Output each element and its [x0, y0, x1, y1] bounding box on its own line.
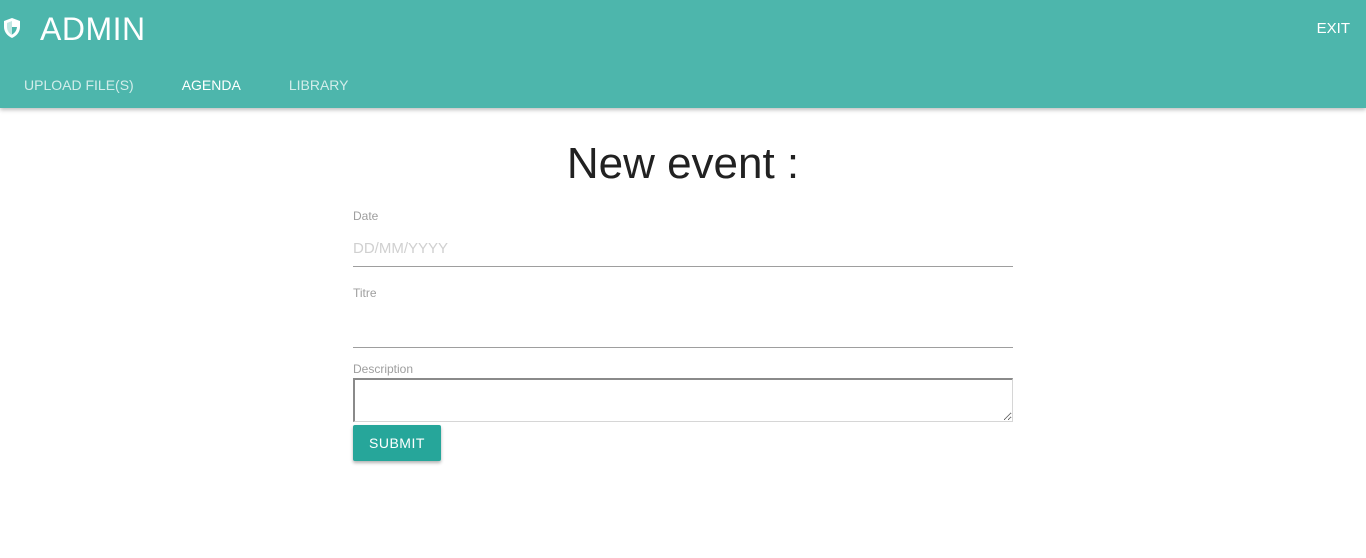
top-navbar: ADMIN EXIT UPLOAD FILE(S) AGENDA LIBRARY: [0, 0, 1366, 108]
page-title: New event :: [566, 139, 800, 188]
exit-link[interactable]: EXIT: [1317, 19, 1350, 39]
tab-agenda[interactable]: AGENDA: [158, 62, 265, 108]
nav-tabs: UPLOAD FILE(S) AGENDA LIBRARY: [0, 62, 373, 108]
app-title: ADMIN: [40, 11, 146, 47]
tab-upload-files[interactable]: UPLOAD FILE(S): [0, 62, 158, 108]
shield-icon: [4, 18, 20, 38]
date-input[interactable]: [353, 231, 1013, 267]
title-label: Titre: [353, 286, 377, 300]
description-textarea[interactable]: [353, 378, 1013, 422]
description-label: Description: [353, 362, 414, 376]
submit-button[interactable]: SUBMIT: [353, 425, 441, 461]
date-label: Date: [353, 209, 379, 223]
tab-library[interactable]: LIBRARY: [265, 62, 373, 108]
title-input[interactable]: [353, 312, 1013, 348]
